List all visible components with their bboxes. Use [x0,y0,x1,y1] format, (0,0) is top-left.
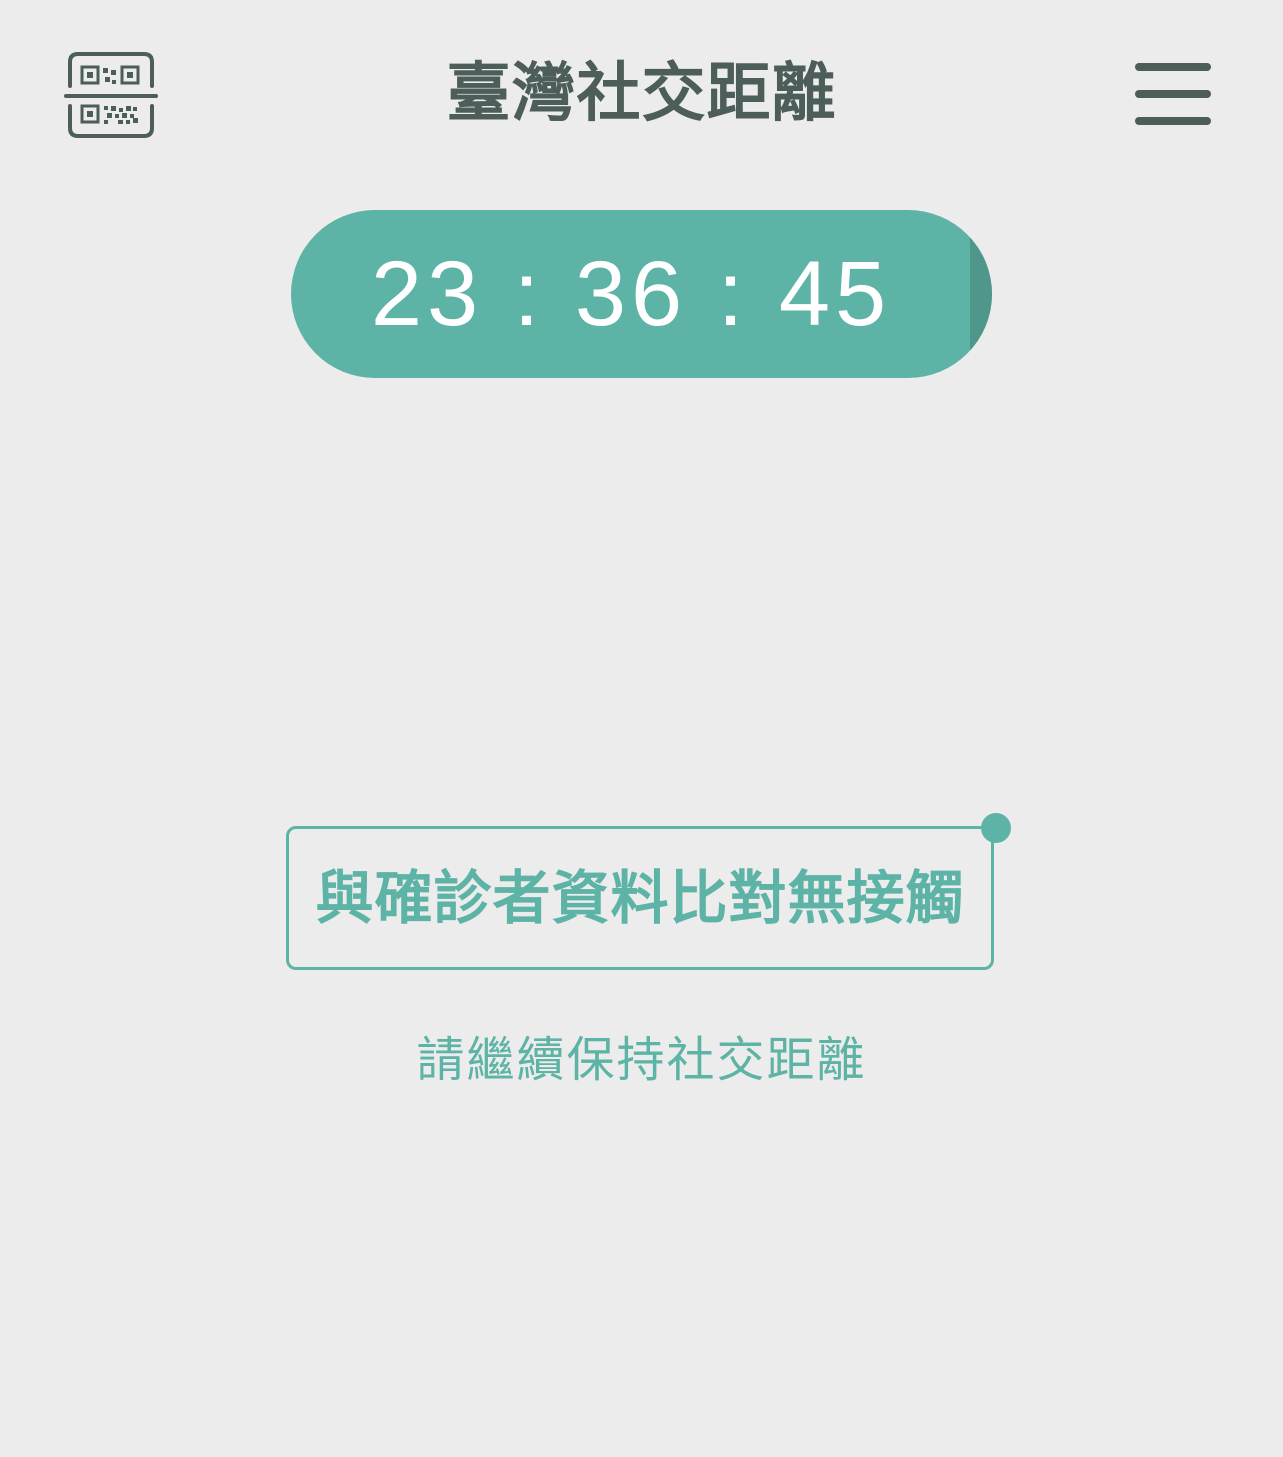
menu-button[interactable] [1132,60,1214,130]
status-hint: 請繼續保持社交距離 [416,1032,867,1088]
timer-pill-edge [970,210,992,378]
timer-display: 23 : 36 : 45 [291,210,992,378]
status-indicator-dot [981,813,1011,843]
status-card: 與確診者資料比對無接觸 [286,826,994,970]
app-title: 臺灣社交距離 [446,57,837,131]
status-message: 與確診者資料比對無接觸 [315,864,965,932]
timer-value: 23 : 36 : 45 [370,243,892,345]
